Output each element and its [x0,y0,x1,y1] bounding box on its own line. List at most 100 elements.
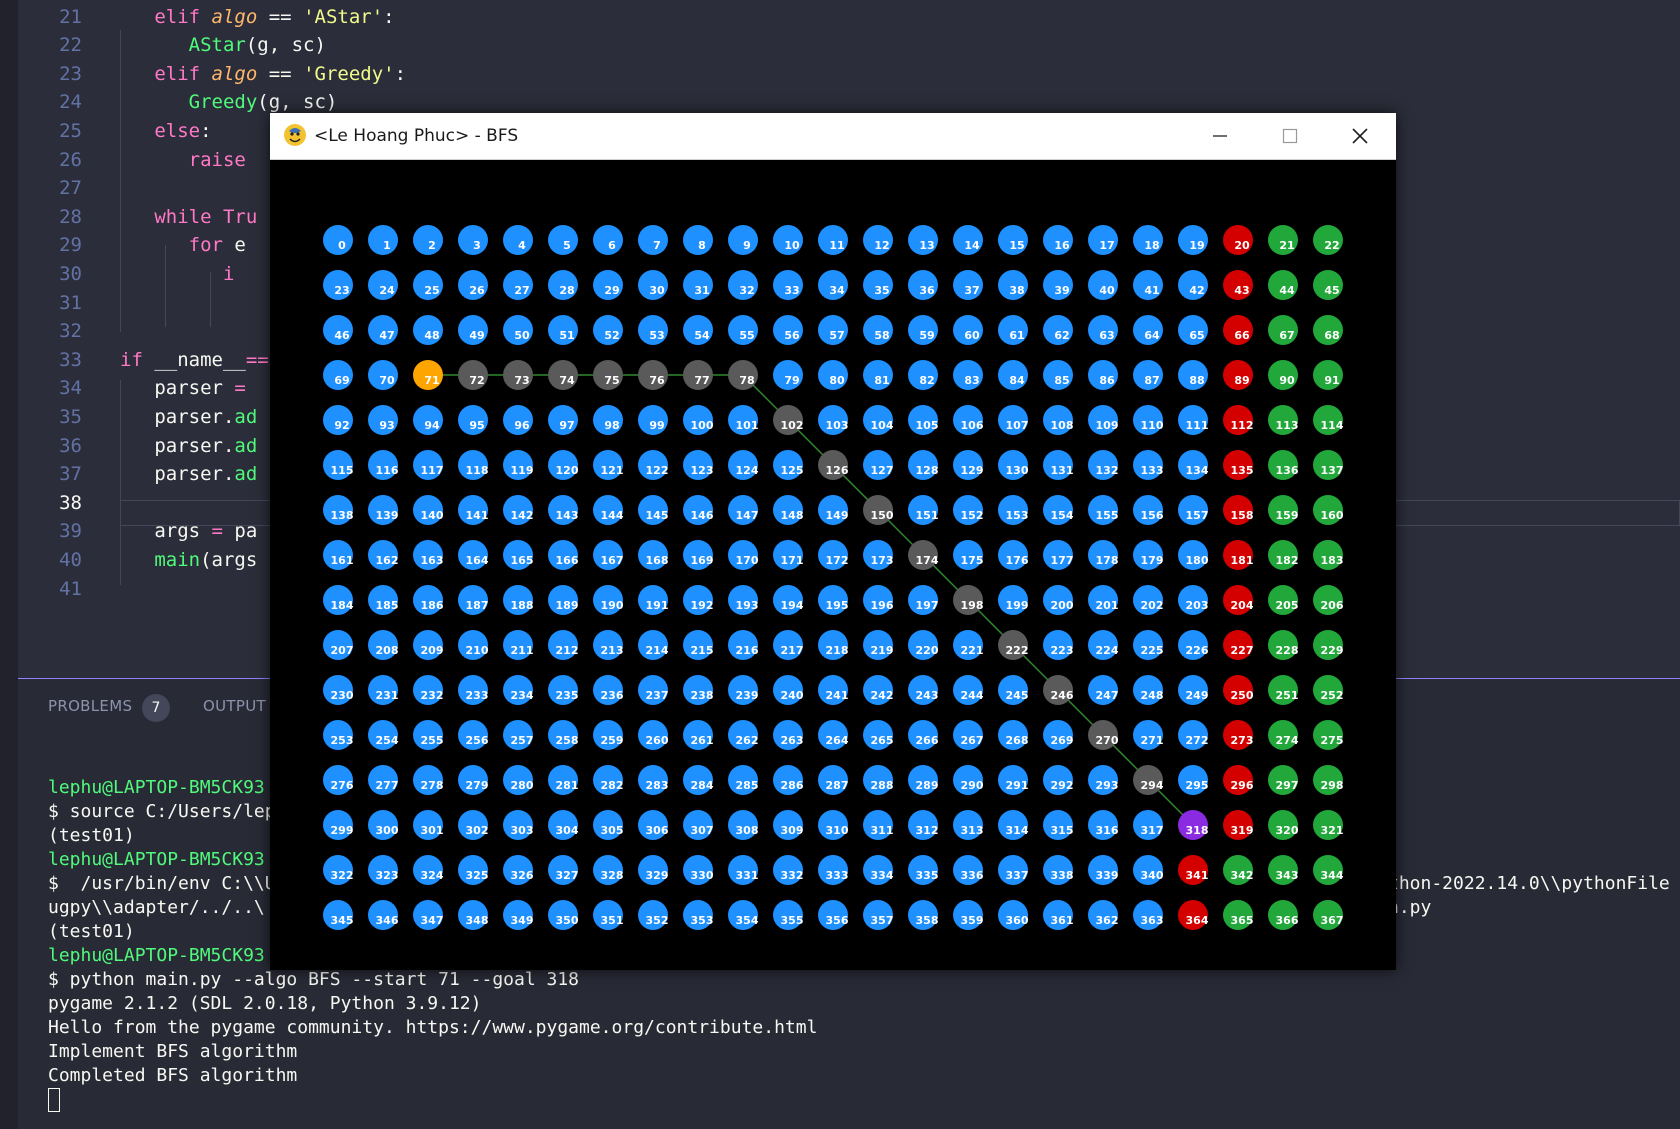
line-number: 28 [59,205,82,228]
grid-node-wall: 43 [1223,270,1253,300]
node-label: 160 [1321,509,1344,522]
grid-node-path: 74 [548,360,578,390]
maximize-button[interactable] [1258,113,1322,159]
grid-node-far: 228 [1268,630,1298,660]
node-label: 205 [1276,599,1299,612]
node-label: 8 [698,239,706,252]
node-label: 294 [1141,779,1164,792]
node-label: 184 [331,599,354,612]
grid-node-path: 198 [953,585,983,615]
grid-node-open: 163 [413,540,443,570]
line-number: 29 [59,234,82,257]
grid-node-wall: 364 [1178,900,1209,930]
grid-node-open: 235 [548,675,578,705]
close-button[interactable] [1328,113,1392,159]
node-label: 284 [691,779,714,792]
tab-output[interactable]: OUTPUT [203,697,266,715]
node-label: 186 [421,599,444,612]
grid-node-open: 268 [998,720,1028,750]
node-label: 225 [1141,644,1164,657]
node-label: 339 [1096,869,1119,882]
node-label: 349 [511,914,534,927]
code-text: AStar(g, sc) [188,34,326,57]
node-label: 146 [691,509,714,522]
grid-node-open: 176 [998,540,1029,570]
node-label: 45 [1324,284,1339,297]
node-label: 304 [556,824,579,837]
grid-node-wall: 296 [1223,765,1254,795]
grid-node-open: 55 [728,315,758,345]
grid-node-open: 200 [1043,585,1074,615]
node-label: 153 [1006,509,1029,522]
grid-node-open: 219 [863,630,893,660]
node-label: 81 [874,374,889,387]
grid-node-open: 13 [908,225,938,255]
grid-node-far: 298 [1313,765,1343,795]
pygame-window[interactable]: <Le Hoang Phuc> - BFS 0 1 2 3 4 5 6 7 8 9 10 11 12 13… [270,113,1396,970]
node-label: 91 [1324,374,1339,387]
grid-node-open: 94 [413,405,443,435]
grid-node-open: 292 [1043,765,1073,795]
grid-node-open: 142 [503,495,533,525]
grid-node-open: 64 [1133,315,1163,345]
grid-node-far: 182 [1268,540,1298,570]
grid-node-open: 324 [413,855,444,885]
node-label: 181 [1231,554,1254,567]
window-titlebar[interactable]: <Le Hoang Phuc> - BFS [270,113,1396,160]
grid-node-open: 124 [728,450,759,480]
node-label: 125 [781,464,804,477]
node-label: 199 [1006,599,1029,612]
grid-node-open: 221 [953,630,983,660]
grid-node-open: 354 [728,900,759,930]
grid-node-open: 180 [1178,540,1209,570]
grid-node-open: 280 [503,765,534,795]
grid-node-open: 125 [773,450,803,480]
node-label: 355 [781,914,804,927]
grid-node-far: 44 [1268,270,1298,300]
grid-node-open: 98 [593,405,623,435]
minimize-button[interactable] [1188,113,1252,159]
node-label: 62 [1054,329,1069,342]
grid-node-open: 248 [1133,675,1163,705]
grid-node-open: 314 [998,810,1029,840]
node-label: 261 [691,734,714,747]
grid-node-open: 53 [638,315,668,345]
grid-node-open: 308 [728,810,758,840]
grid-node-open: 209 [413,630,443,660]
node-label: 275 [1321,734,1344,747]
search-grid-canvas[interactable]: 0 1 2 3 4 5 6 7 8 9 10 11 12 13 14 15 16 17 18 19 20 21 2223 24… [270,160,1396,970]
node-label: 352 [646,914,669,927]
node-label: 167 [601,554,624,567]
node-label: 330 [691,869,714,882]
grid-node-open: 48 [413,315,443,345]
grid-node-open: 120 [548,450,579,480]
node-label: 279 [466,779,489,792]
node-label: 143 [556,509,579,522]
grid-node-open: 302 [458,810,488,840]
node-label: 122 [646,464,669,477]
grid-node-open: 101 [728,405,758,435]
node-label: 269 [1051,734,1074,747]
grid-node-open: 29 [593,270,623,300]
node-label: 178 [1096,554,1119,567]
node-label: 310 [826,824,849,837]
grid-node-open: 148 [773,495,803,525]
node-label: 265 [871,734,894,747]
line-number: 27 [59,177,82,200]
grid-node-open: 195 [818,585,848,615]
grid-node-open: 10 [773,225,803,255]
node-label: 183 [1321,554,1344,567]
grid-node-open: 97 [548,405,578,435]
grid-node-open: 104 [863,405,894,435]
grid-node-open: 345 [323,900,353,930]
node-label: 97 [559,419,574,432]
tab-problems[interactable]: PROBLEMS [48,697,132,715]
node-label: 235 [556,689,579,702]
grid-node-open: 110 [1133,405,1164,435]
node-label: 169 [691,554,714,567]
node-label: 10 [784,239,800,252]
node-label: 13 [919,239,934,252]
node-label: 44 [1279,284,1295,297]
grid-node-open: 282 [593,765,623,795]
node-label: 319 [1231,824,1254,837]
